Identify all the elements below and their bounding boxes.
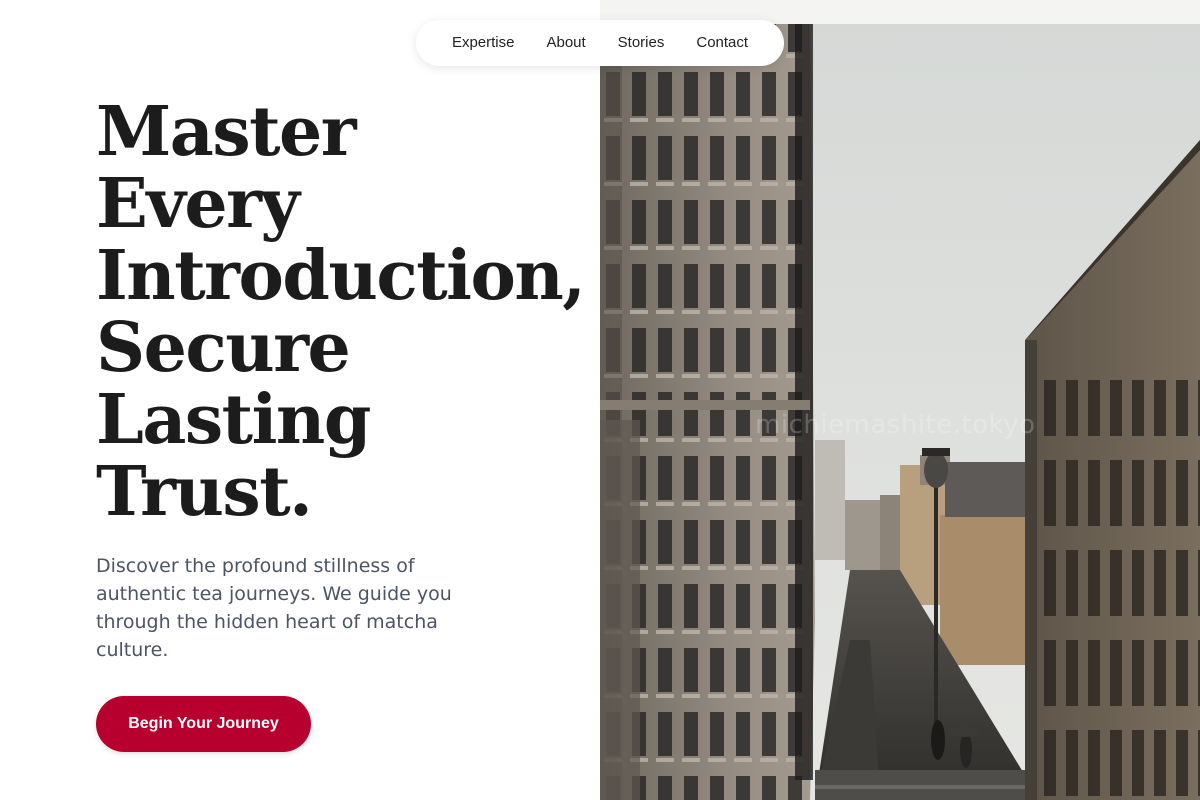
hero-photo xyxy=(600,0,1200,800)
hero-title: Master Every Introduction, Secure Lastin… xyxy=(96,92,586,532)
nav-link-contact[interactable]: Contact xyxy=(680,20,764,66)
hero-title-line: Introduction, xyxy=(96,236,586,316)
hero-title-line: Master xyxy=(96,92,357,172)
top-navbar: Expertise About Stories Contact xyxy=(416,20,784,66)
hero-title-line: Secure xyxy=(96,308,351,388)
photo-watermark: michiemashite.tokyo xyxy=(755,410,1036,440)
hero-subtitle: Discover the profound stillness of authe… xyxy=(96,555,452,661)
hero-left-panel: Master Every Introduction, Secure Lastin… xyxy=(0,0,600,800)
street-photo-illustration xyxy=(600,0,1200,800)
hero-title-line: Trust. xyxy=(96,452,313,532)
nav-link-expertise[interactable]: Expertise xyxy=(436,20,531,66)
nav-link-about[interactable]: About xyxy=(530,20,601,66)
nav-link-stories[interactable]: Stories xyxy=(602,20,681,66)
hero-title-line: Every xyxy=(96,164,300,244)
begin-journey-button[interactable]: Begin Your Journey xyxy=(96,696,311,752)
hero-title-line: Lasting xyxy=(96,380,371,460)
